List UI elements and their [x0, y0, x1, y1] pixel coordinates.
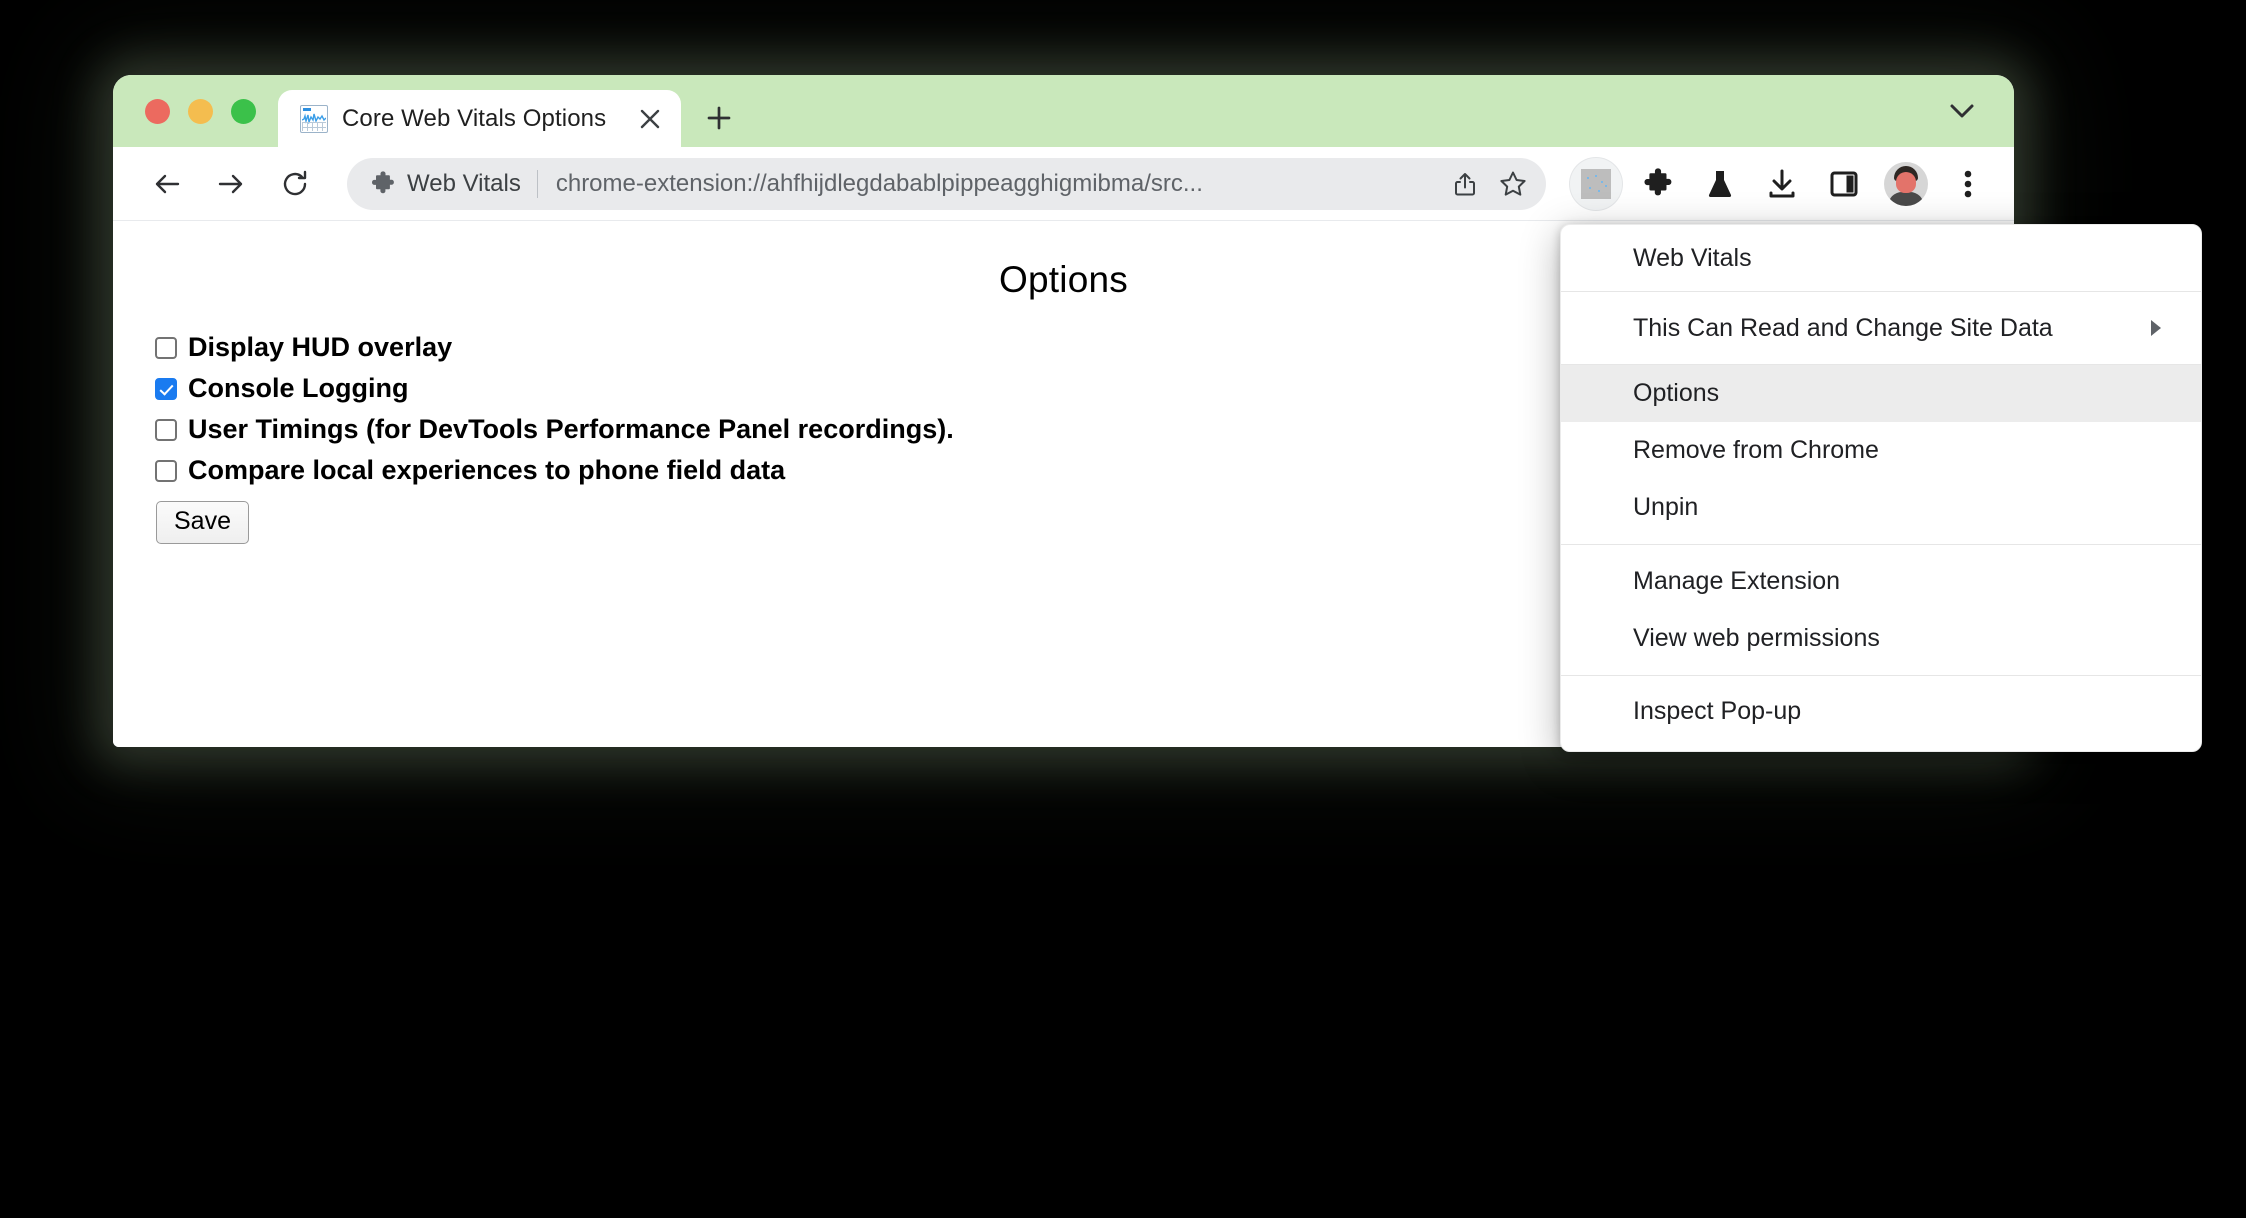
menu-group: Manage Extension View web permissions	[1561, 544, 2201, 675]
address-bar[interactable]: Web Vitals chrome-extension://ahfhijdleg…	[347, 157, 1546, 210]
extension-context-menu: Web Vitals This Can Read and Change Site…	[1560, 224, 2202, 752]
url-text: chrome-extension://ahfhijdlegdabablpippe…	[555, 169, 1203, 197]
tab-core-web-vitals-options[interactable]: Core Web Vitals Options	[278, 90, 681, 147]
menu-item-manage-extension[interactable]: Manage Extension	[1561, 553, 2201, 610]
menu-item-unpin[interactable]: Unpin	[1561, 479, 2201, 536]
menu-group: Options Remove from Chrome Unpin	[1561, 364, 2201, 544]
new-tab-button[interactable]	[695, 94, 743, 142]
forward-arrow-icon[interactable]	[205, 158, 257, 210]
menu-item-label: Manage Extension	[1633, 567, 1841, 595]
extension-web-vitals-icon[interactable]	[1570, 157, 1622, 210]
menu-item-options[interactable]: Options	[1561, 365, 2201, 422]
tab-strip: Core Web Vitals Options	[113, 75, 2014, 147]
browser-toolbar: Web Vitals chrome-extension://ahfhijdleg…	[113, 147, 2014, 221]
menu-item-site-data[interactable]: This Can Read and Change Site Data	[1561, 292, 2201, 364]
menu-group: Web Vitals	[1561, 225, 2201, 291]
menu-item-label: Unpin	[1633, 493, 1699, 521]
menu-item-web-vitals[interactable]: Web Vitals	[1561, 225, 2201, 291]
option-label: Display HUD overlay	[188, 332, 453, 362]
menu-item-remove-from-chrome[interactable]: Remove from Chrome	[1561, 422, 2201, 479]
share-icon[interactable]	[1442, 161, 1488, 207]
origin-chip-label: Web Vitals	[407, 169, 521, 197]
screen: Core Web Vitals Options Web Vitals chrom…	[0, 0, 2246, 1218]
menu-item-label: View web permissions	[1633, 624, 1880, 652]
chevron-right-icon	[2149, 319, 2163, 337]
download-icon[interactable]	[1756, 158, 1808, 210]
back-arrow-icon[interactable]	[141, 158, 193, 210]
menu-group: This Can Read and Change Site Data	[1561, 291, 2201, 364]
puzzle-piece-icon	[367, 168, 399, 200]
extension-icon-image	[1581, 168, 1611, 199]
save-button[interactable]: Save	[156, 501, 249, 544]
menu-group: Inspect Pop-up	[1561, 675, 2201, 751]
menu-item-label: Inspect Pop-up	[1633, 697, 1802, 725]
maximize-window-button[interactable]	[231, 98, 256, 124]
option-label: Console Logging	[188, 373, 409, 403]
star-icon[interactable]	[1490, 161, 1536, 207]
menu-item-label: This Can Read and Change Site Data	[1633, 313, 2053, 342]
avatar-image	[1884, 161, 1928, 206]
close-icon[interactable]	[633, 102, 667, 136]
menu-item-label: Remove from Chrome	[1633, 436, 1879, 464]
menu-item-label: Web Vitals	[1633, 243, 1752, 272]
menu-item-inspect-popup[interactable]: Inspect Pop-up	[1561, 683, 2201, 740]
window-controls	[113, 75, 278, 147]
checkbox-compare-local-experiences[interactable]	[155, 459, 177, 482]
close-window-button[interactable]	[145, 98, 170, 124]
checkbox-display-hud-overlay[interactable]	[155, 336, 177, 359]
extensions-puzzle-icon[interactable]	[1632, 158, 1684, 210]
three-dot-menu-icon[interactable]	[1942, 158, 1994, 210]
chevron-down-icon[interactable]	[1936, 85, 1988, 137]
web-vitals-chart-icon	[300, 104, 328, 133]
menu-item-view-web-permissions[interactable]: View web permissions	[1561, 610, 2201, 667]
side-panel-icon[interactable]	[1818, 158, 1870, 210]
minimize-window-button[interactable]	[188, 98, 213, 124]
avatar[interactable]	[1880, 158, 1932, 210]
option-label: User Timings (for DevTools Performance P…	[188, 414, 954, 444]
option-label: Compare local experiences to phone field…	[188, 455, 786, 485]
reload-icon[interactable]	[269, 158, 321, 210]
flask-icon[interactable]	[1694, 158, 1746, 210]
tab-title: Core Web Vitals Options	[342, 104, 607, 132]
checkbox-console-logging[interactable]	[155, 377, 177, 400]
checkbox-user-timings[interactable]	[155, 418, 177, 441]
menu-item-label: Options	[1633, 379, 1720, 407]
